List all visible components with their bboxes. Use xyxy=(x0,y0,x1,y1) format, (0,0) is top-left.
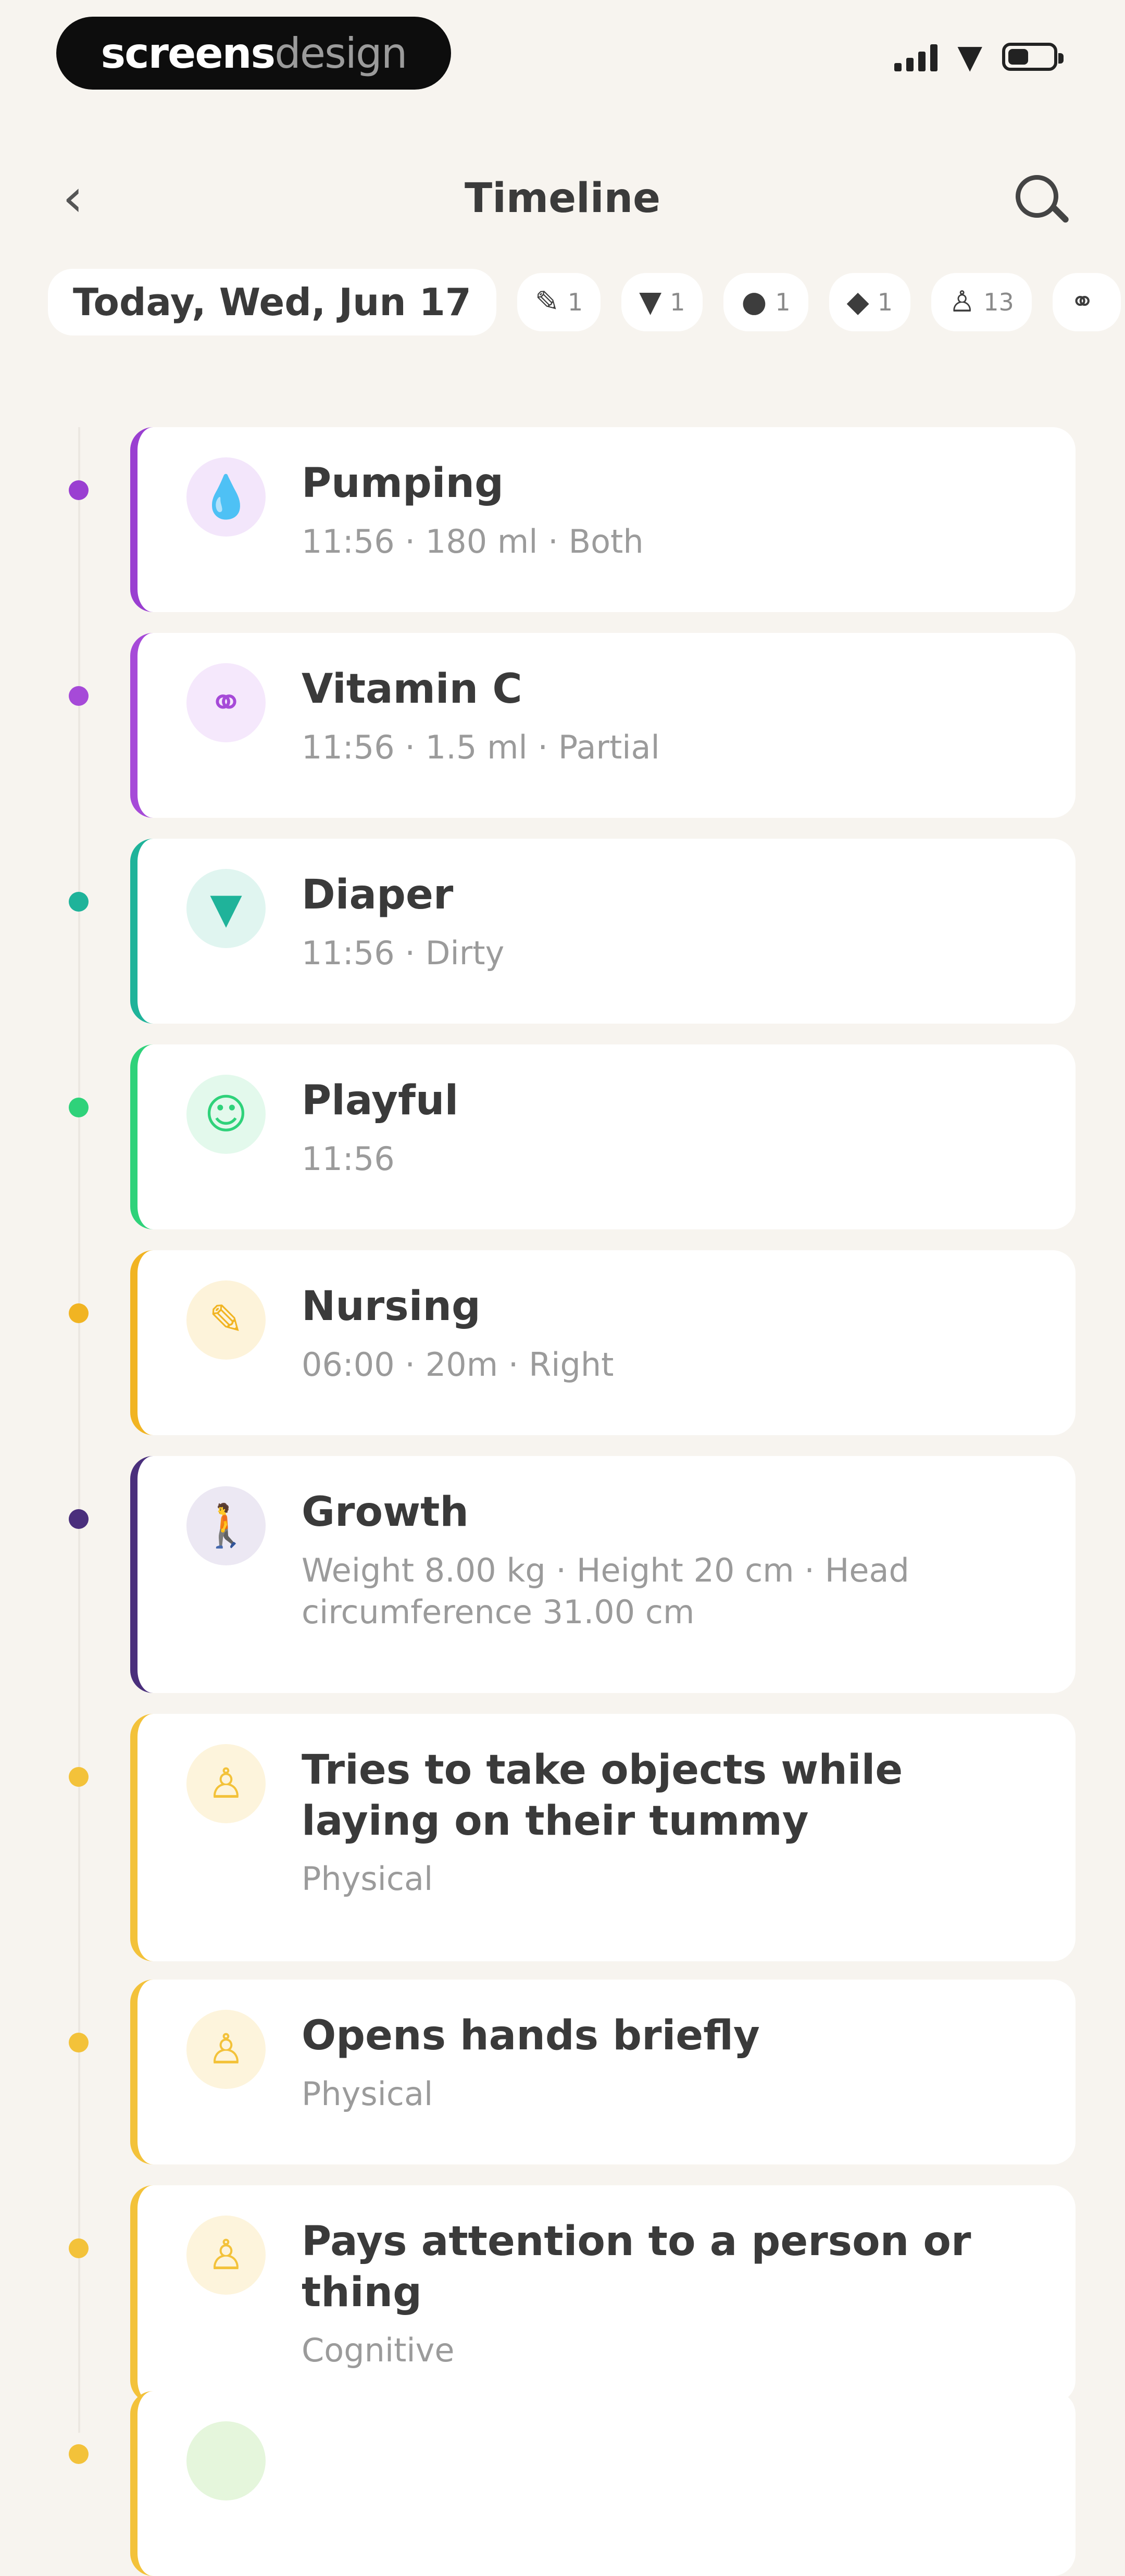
timeline-dot xyxy=(69,480,89,500)
drop-icon: 💧 xyxy=(186,457,266,537)
timeline-dot xyxy=(69,2238,89,2258)
chat-icon: ◆ xyxy=(846,285,869,319)
smile-icon: ☺ xyxy=(186,1075,266,1154)
entry-detail: 11:56 · 180 ml · Both xyxy=(302,522,644,561)
timeline-line xyxy=(78,427,80,2433)
filter-chip-count: 1 xyxy=(877,288,893,316)
entry-title: Playful xyxy=(302,1077,459,1124)
brand-bold-text: screens xyxy=(101,29,276,78)
entry-title: Growth xyxy=(302,1489,469,1536)
filter-chip-count: 1 xyxy=(775,288,791,316)
timeline-dot xyxy=(69,2033,89,2052)
timeline-dot xyxy=(69,1098,89,1117)
timeline-card[interactable]: ♙ Opens hands briefly Physical xyxy=(130,1980,1076,2164)
timeline-dot xyxy=(69,2444,89,2464)
timeline-dot xyxy=(69,892,89,912)
entry-detail: 11:56 xyxy=(302,1139,395,1178)
status-icons: ▼ xyxy=(894,38,1064,76)
entry-title: Pumping xyxy=(302,460,504,507)
entry-title: Nursing xyxy=(302,1283,481,1330)
nav-bar: ‹ Timeline xyxy=(0,151,1125,245)
baby-icon: ♙ xyxy=(186,2010,266,2089)
filter-chip-count: 13 xyxy=(983,288,1014,316)
page-title: Timeline xyxy=(464,175,661,222)
entry-detail: Weight 8.00 kg · Height 20 cm · Head cir… xyxy=(302,1551,909,1632)
timeline-dot xyxy=(69,1509,89,1529)
diaper-icon: ▼ xyxy=(639,285,662,319)
baby-icon: ♙ xyxy=(186,2216,266,2295)
bottle-icon: ✎ xyxy=(186,1280,266,1360)
entry-title: Tries to take objects while laying on th… xyxy=(302,1747,903,1845)
filter-chip-count: 1 xyxy=(670,288,685,316)
child-icon: 🚶 xyxy=(186,1486,266,1565)
brand-badge: screens design xyxy=(56,17,451,90)
diaper-icon: ▼ xyxy=(186,869,266,948)
entry-detail: 11:56 · 1.5 ml · Partial xyxy=(302,728,660,766)
bottle-icon: ✎ xyxy=(534,285,559,319)
filter-chip[interactable]: ◆ 1 xyxy=(829,273,910,331)
timeline-card[interactable]: ⚭ Vitamin C 11:56 · 1.5 ml · Partial xyxy=(130,633,1076,818)
brand-light-text: design xyxy=(274,29,407,78)
wifi-icon: ▼ xyxy=(957,38,982,76)
timeline-dot xyxy=(69,686,89,706)
medicine-icon: ⚭ xyxy=(1070,285,1095,319)
entry-detail: Physical xyxy=(302,2074,433,2113)
filter-chip[interactable]: ⚭ xyxy=(1052,273,1121,331)
timeline-card[interactable]: 🚶 Growth Weight 8.00 kg · Height 20 cm · H… xyxy=(130,1456,1076,1693)
status-bar: screens design ▼ xyxy=(0,0,1125,109)
timeline-card[interactable] xyxy=(130,2391,1076,2576)
timeline-dot xyxy=(69,1303,89,1323)
filter-chip-count: 1 xyxy=(567,288,583,316)
search-button[interactable] xyxy=(1010,170,1070,227)
battery-icon xyxy=(1002,43,1064,71)
date-chip[interactable]: Today, Wed, Jun 17 xyxy=(48,269,496,335)
signal-icon xyxy=(894,42,938,71)
filter-chip[interactable]: ● 1 xyxy=(723,273,808,331)
filter-row: Today, Wed, Jun 17 ✎ 1 ▼ 1 ● 1 ◆ 1 ♙ 13 ⚭ xyxy=(48,266,1125,339)
entry-detail: 06:00 · 20m · Right xyxy=(302,1345,614,1384)
filter-chip[interactable]: ♙ 13 xyxy=(931,273,1032,331)
pills-icon: ⚭ xyxy=(186,663,266,742)
entry-title: Pays attention to a person or thing xyxy=(302,2218,971,2316)
entry-detail: Physical xyxy=(302,1860,433,1898)
timeline-card[interactable]: ✎ Nursing 06:00 · 20m · Right xyxy=(130,1250,1076,1435)
timeline-card[interactable]: ☺ Playful 11:56 xyxy=(130,1044,1076,1229)
entry-title: Diaper xyxy=(302,872,454,918)
timeline-card[interactable]: ♙ Tries to take objects while laying on t… xyxy=(130,1714,1076,1961)
baby-icon: ♙ xyxy=(186,1744,266,1823)
timeline-card[interactable]: 💧 Pumping 11:56 · 180 ml · Both xyxy=(130,427,1076,612)
entry-detail: 11:56 · Dirty xyxy=(302,934,505,972)
baby-icon xyxy=(186,2421,266,2500)
filter-chip[interactable]: ✎ 1 xyxy=(517,273,601,331)
entry-title: Opens hands briefly xyxy=(302,2012,760,2059)
filter-chip[interactable]: ▼ 1 xyxy=(621,273,703,331)
milestone-icon: ♙ xyxy=(948,285,976,319)
entry-title: Vitamin C xyxy=(302,666,522,713)
entry-detail: Cognitive xyxy=(302,2331,455,2369)
mood-icon: ● xyxy=(741,285,767,319)
timeline-card[interactable]: ▼ Diaper 11:56 · Dirty xyxy=(130,839,1076,1024)
timeline-card[interactable]: ♙ Pays attention to a person or thing Cogn… xyxy=(130,2185,1076,2403)
timeline-dot xyxy=(69,1767,89,1787)
